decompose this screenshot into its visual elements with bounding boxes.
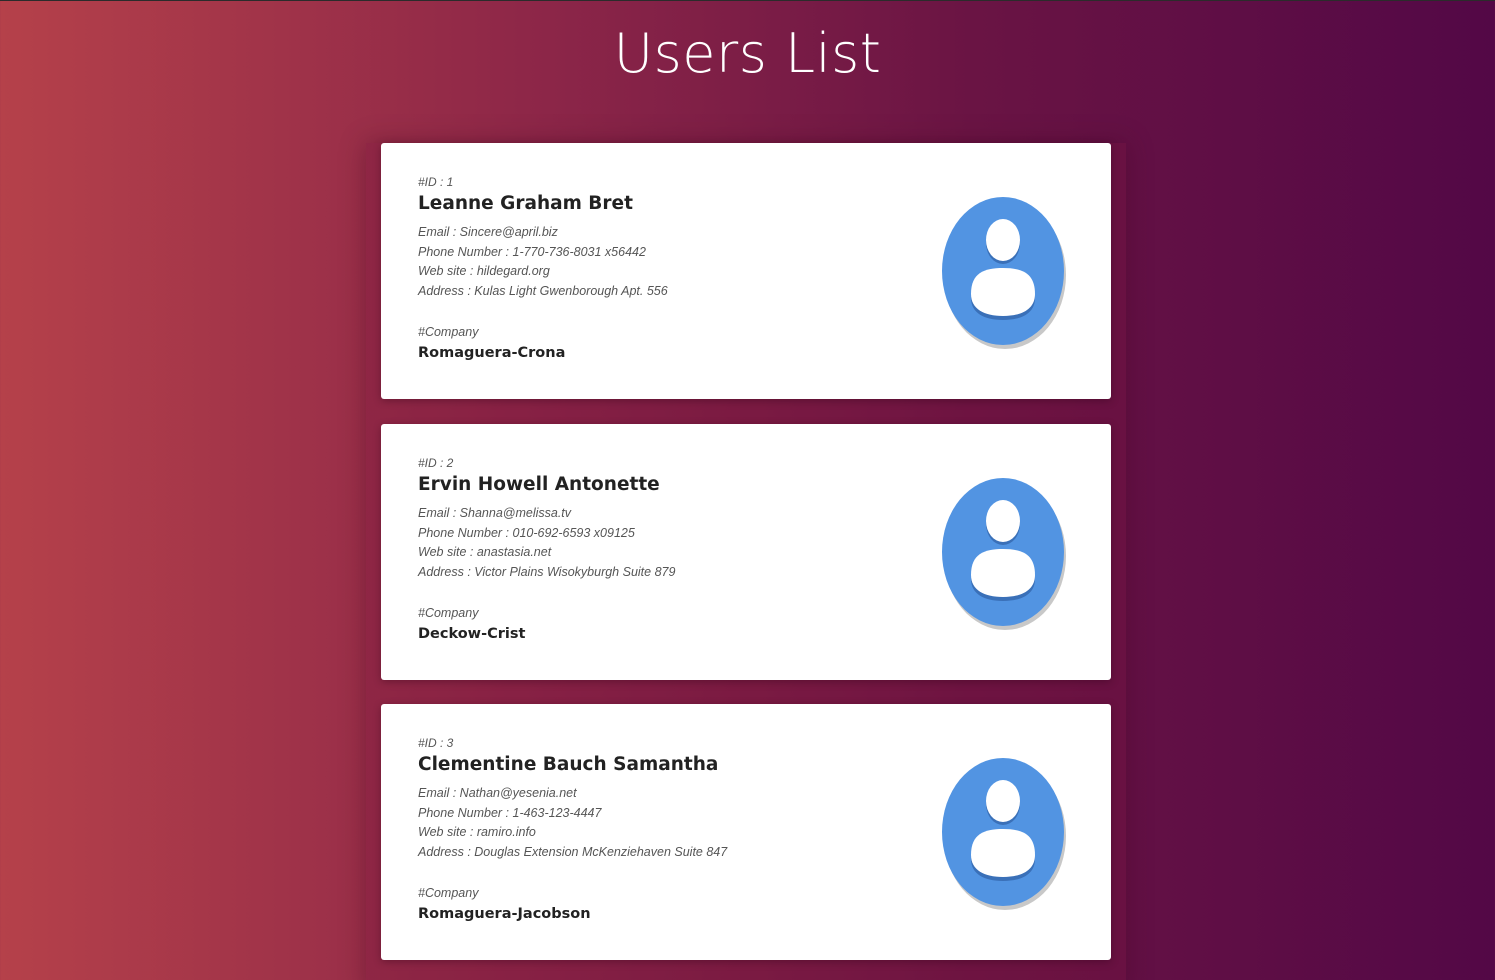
- user-address: Address : Kulas Light Gwenborough Apt. 5…: [418, 283, 668, 298]
- user-info: #ID : 3 Clementine Bauch Samantha Email …: [418, 736, 918, 923]
- user-website: Web site : anastasia.net: [418, 545, 552, 559]
- user-id: #ID : 3: [418, 736, 454, 750]
- company-tag: #Company: [418, 606, 479, 620]
- user-card: #ID : 3 Clementine Bauch Samantha Email …: [381, 704, 1111, 960]
- user-name: Clementine Bauch Samantha: [418, 754, 719, 775]
- top-border: [0, 0, 1495, 1]
- user-id: #ID : 1: [418, 175, 454, 189]
- company-name: Deckow-Crist: [418, 626, 526, 642]
- user-name: Leanne Graham Bret: [418, 193, 633, 214]
- company-tag: #Company: [418, 886, 479, 900]
- user-avatar-icon: [942, 478, 1066, 630]
- user-website: Web site : ramiro.info: [418, 825, 536, 839]
- user-address: Address : Douglas Extension McKenziehave…: [418, 844, 728, 859]
- user-details: Email : Sincere@april.biz Phone Number :…: [418, 223, 918, 301]
- user-email: Email : Shanna@melissa.tv: [418, 506, 572, 520]
- user-phone: Phone Number : 1-770-736-8031 x56442: [418, 244, 646, 259]
- user-id: #ID : 2: [418, 456, 454, 470]
- user-details: Email : Shanna@melissa.tv Phone Number :…: [418, 504, 918, 582]
- user-info: #ID : 1 Leanne Graham Bret Email : Since…: [418, 175, 918, 362]
- user-phone: Phone Number : 1-463-123-4447: [418, 805, 602, 820]
- user-info: #ID : 2 Ervin Howell Antonette Email : S…: [418, 456, 918, 643]
- company-tag: #Company: [418, 325, 479, 339]
- user-avatar-icon: [942, 197, 1066, 349]
- user-email: Email : Sincere@april.biz: [418, 225, 558, 239]
- page-title: Users List: [613, 22, 882, 85]
- user-website: Web site : hildegard.org: [418, 264, 550, 278]
- user-name: Ervin Howell Antonette: [418, 474, 660, 495]
- company-name: Romaguera-Crona: [418, 345, 566, 361]
- user-phone: Phone Number : 010-692-6593 x09125: [418, 525, 635, 540]
- user-card: #ID : 1 Leanne Graham Bret Email : Since…: [381, 143, 1111, 399]
- company-name: Romaguera-Jacobson: [418, 906, 591, 922]
- user-details: Email : Nathan@yesenia.net Phone Number …: [418, 784, 918, 862]
- user-email: Email : Nathan@yesenia.net: [418, 786, 577, 800]
- user-avatar-icon: [942, 758, 1066, 910]
- user-card: #ID : 2 Ervin Howell Antonette Email : S…: [381, 424, 1111, 680]
- user-address: Address : Victor Plains Wisokyburgh Suit…: [418, 564, 676, 579]
